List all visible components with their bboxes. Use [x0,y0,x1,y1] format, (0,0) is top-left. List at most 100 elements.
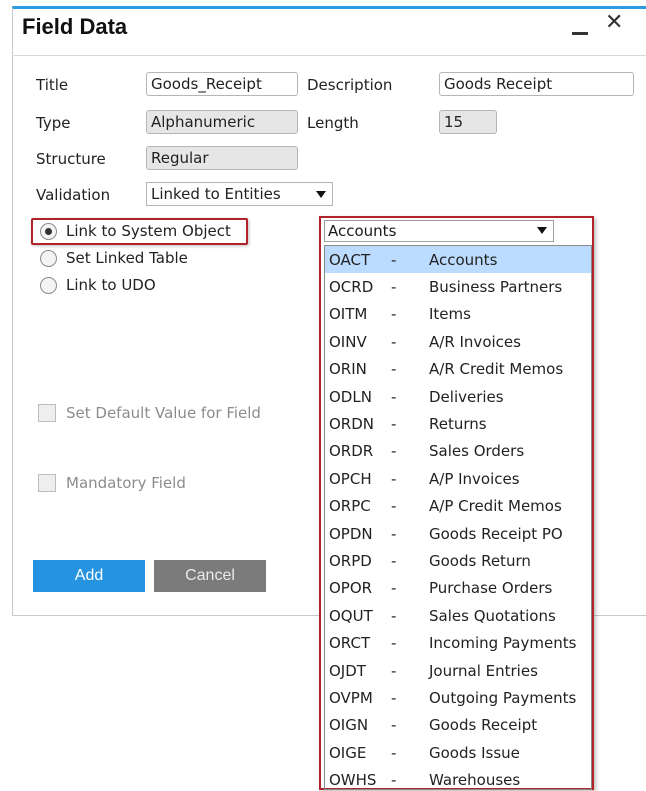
title-label: Title [36,76,69,94]
validation-select[interactable]: Linked to Entities [146,182,333,206]
object-code: ORDR [329,442,374,461]
type-field: Alphanumeric [146,110,298,134]
object-name: Goods Receipt PO [429,524,563,543]
separator: - [391,387,397,406]
structure-label: Structure [36,150,106,168]
title-field[interactable]: Goods_Receipt [146,72,298,96]
object-name: Returns [429,415,487,434]
object-name: A/P Credit Memos [429,497,562,516]
list-item[interactable]: OPDN - Goods Receipt PO [325,520,591,547]
object-code: ORCT [329,634,371,653]
radio-button-icon[interactable] [40,249,57,267]
radio-label: Set Linked Table [66,249,188,267]
list-item[interactable]: OCRD - Business Partners [325,273,591,300]
object-code: ORPD [329,551,372,570]
object-code: OITM [329,305,368,324]
separator: - [391,634,397,653]
list-item[interactable]: OITM - Items [325,301,591,328]
checkbox-label: Set Default Value for Field [66,404,261,422]
object-code: OPOR [329,579,373,598]
object-code: OINV [329,332,367,351]
list-item[interactable]: ORPD - Goods Return [325,547,591,574]
object-code: ORPC [329,497,371,516]
object-name: Items [429,305,471,324]
object-name: A/P Invoices [429,469,520,488]
add-button[interactable]: Add [33,560,145,592]
list-item[interactable]: ODLN - Deliveries [325,383,591,410]
system-object-dropdown[interactable]: Accounts OACT - Accounts OCRD - Business Part… [319,216,594,790]
separator: - [391,688,397,707]
title-divider [12,55,646,56]
selected-object-value: Accounts [328,222,397,240]
list-item[interactable]: OQUT - Sales Quotations [325,602,591,629]
object-code: ORDN [329,415,374,434]
minimize-icon[interactable] [572,32,588,35]
list-item[interactable]: OIGN - Goods Receipt [325,712,591,739]
list-item[interactable]: ORPC - A/P Credit Memos [325,493,591,520]
description-field[interactable]: Goods Receipt [439,72,634,96]
list-item[interactable]: OACT - Accounts [325,246,591,274]
list-item[interactable]: OPCH - A/P Invoices [325,465,591,492]
separator: - [391,551,397,570]
list-item[interactable]: OINV - A/R Invoices [325,328,591,355]
object-code: OJDT [329,661,366,680]
list-item[interactable]: ORDR - Sales Orders [325,438,591,465]
type-label: Type [36,114,71,132]
system-object-select[interactable]: Accounts [324,220,554,242]
close-icon[interactable]: ✕ [605,12,623,34]
default-value-checkbox-row[interactable]: Set Default Value for Field [38,402,261,424]
system-object-list: OACT - Accounts OCRD - Business Partners OITM -… [324,245,592,790]
separator: - [391,579,397,598]
checkbox-icon[interactable] [38,474,56,492]
object-code: OPCH [329,469,372,488]
object-name: Goods Issue [429,743,520,762]
cancel-button[interactable]: Cancel [154,560,266,592]
object-code: OVPM [329,688,373,707]
mandatory-checkbox-row[interactable]: Mandatory Field [38,472,186,494]
chevron-down-icon [316,191,326,198]
list-item[interactable]: ORIN - A/R Credit Memos [325,356,591,383]
list-item[interactable]: OWHS - Warehouses [325,766,591,790]
object-code: OCRD [329,278,374,297]
highlight-frame [31,218,248,245]
object-name: A/R Invoices [429,332,521,351]
object-code: OACT [329,250,371,269]
object-code: OIGN [329,716,369,735]
separator: - [391,415,397,434]
dialog-title: Field Data [22,14,128,39]
list-item[interactable]: OVPM - Outgoing Payments [325,684,591,711]
object-name: Warehouses [429,771,521,790]
object-name: Journal Entries [429,661,538,680]
object-name: A/R Credit Memos [429,360,564,379]
list-item[interactable]: ORCT - Incoming Payments [325,629,591,656]
validation-value: Linked to Entities [151,185,281,203]
object-name: Goods Receipt [429,716,538,735]
object-code: ODLN [329,387,372,406]
checkbox-icon[interactable] [38,404,56,422]
list-item[interactable]: ORDN - Returns [325,410,591,437]
separator: - [391,771,397,790]
object-code: ORIN [329,360,367,379]
list-item[interactable]: OJDT - Journal Entries [325,657,591,684]
radio-link-udo[interactable]: Link to UDO [40,274,156,296]
radio-button-icon[interactable] [40,276,57,294]
object-name: Sales Quotations [429,606,556,625]
separator: - [391,716,397,735]
object-name: Accounts [429,250,498,269]
separator: - [391,250,397,269]
object-code: OIGE [329,743,367,762]
list-item[interactable]: OIGE - Goods Issue [325,739,591,766]
separator: - [391,661,397,680]
separator: - [391,305,397,324]
separator: - [391,360,397,379]
list-item[interactable]: OPOR - Purchase Orders [325,575,591,602]
separator: - [391,469,397,488]
radio-set-linked-table[interactable]: Set Linked Table [40,247,188,269]
radio-label: Link to UDO [66,276,156,294]
object-name: Purchase Orders [429,579,553,598]
object-name: Outgoing Payments [429,688,577,707]
separator: - [391,497,397,516]
object-code: OWHS [329,771,377,790]
object-name: Sales Orders [429,442,525,461]
object-code: OQUT [329,606,373,625]
